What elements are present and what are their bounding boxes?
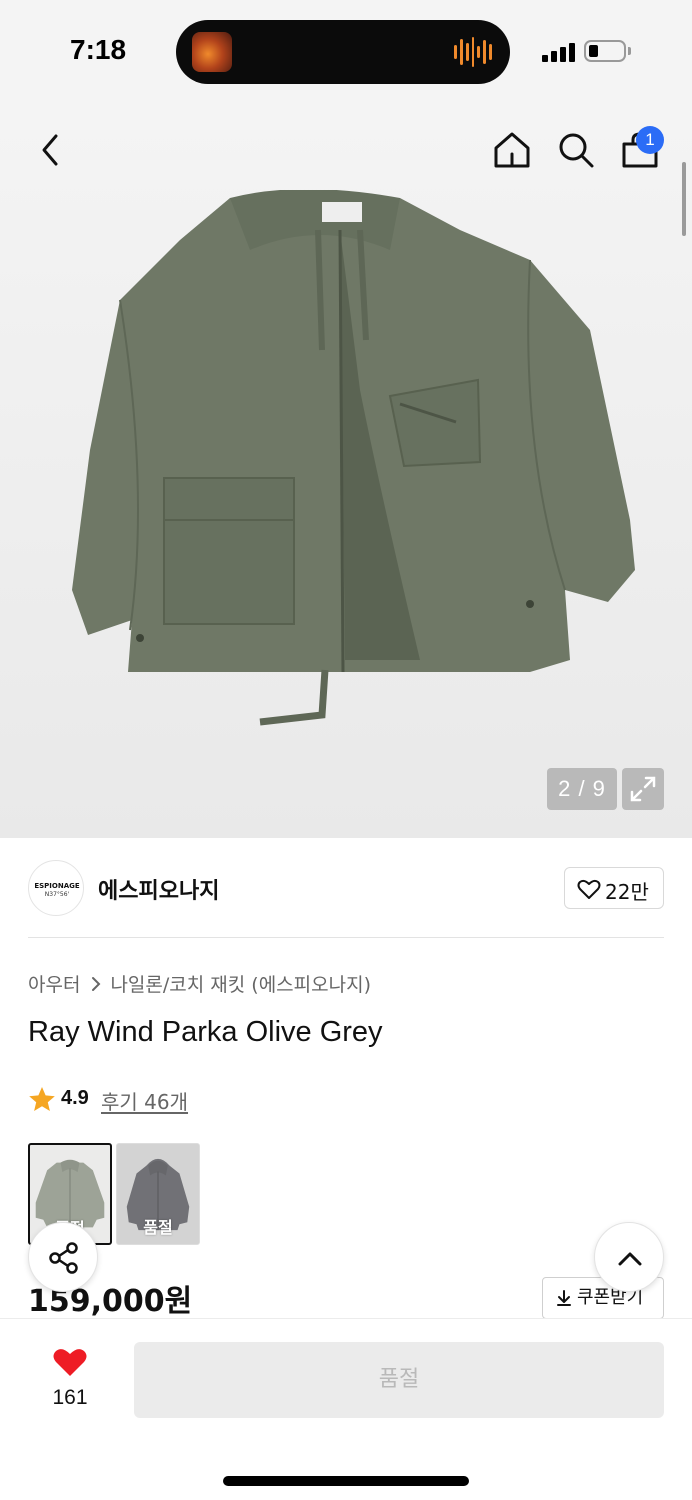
brand-name[interactable]: 에스피오나지 [98, 873, 219, 905]
soldout-label: 품절 [143, 1218, 173, 1237]
battery-cap [628, 47, 631, 55]
share-button[interactable] [28, 1222, 98, 1292]
image-counter: 2 / 9 [547, 768, 617, 810]
share-icon [49, 1242, 78, 1274]
cart-count-badge: 1 [636, 126, 664, 154]
chevron-up-icon [618, 1252, 642, 1266]
heart-filled-icon[interactable] [52, 1346, 88, 1378]
status-bar: 7:18 [0, 0, 692, 104]
star-icon [29, 1087, 55, 1111]
status-time: 7:18 [70, 34, 127, 65]
divider [28, 937, 664, 938]
home-icon[interactable] [492, 130, 532, 170]
download-icon [557, 1290, 571, 1306]
product-title: Ray Wind Parka Olive Grey [28, 1016, 383, 1048]
brand-like-button[interactable]: 22만 [564, 867, 664, 909]
search-icon[interactable] [556, 130, 596, 170]
dynamic-island [176, 20, 510, 84]
wishlist-count: 161 [52, 1386, 88, 1409]
brand-logo-subtext: N37°56' [44, 891, 70, 898]
product-image-jacket[interactable] [60, 190, 650, 730]
cellular-signal-icon [542, 42, 578, 62]
battery-icon [584, 40, 626, 62]
back-icon[interactable] [36, 128, 66, 172]
chevron-right-icon [92, 976, 101, 991]
brand-like-count: 22만 [605, 880, 649, 904]
breadcrumb-category[interactable]: 아우터 [28, 970, 80, 997]
breadcrumb-subcategory[interactable]: 나일론/코치 재킷 (에스피오나지) [110, 970, 371, 997]
expand-icon [630, 776, 656, 802]
now-playing-artwork [192, 32, 232, 72]
home-indicator [223, 1476, 469, 1486]
brand-logo[interactable]: ESPIONAGE N37°56' [28, 860, 84, 916]
expand-image-button[interactable] [622, 768, 664, 810]
rating-value: 4.9 [61, 1087, 89, 1109]
scroll-to-top-button[interactable] [594, 1222, 664, 1292]
buy-button-soldout[interactable]: 품절 [134, 1342, 664, 1418]
review-link[interactable]: 후기 46개 [101, 1086, 188, 1115]
scroll-indicator [682, 162, 686, 236]
heart-outline-icon [577, 879, 601, 899]
brand-logo-text: ESPIONAGE [34, 882, 80, 890]
color-option-black[interactable]: 품절 [116, 1143, 200, 1245]
audio-waveform-icon [454, 36, 493, 68]
breadcrumb: 아우터 나일론/코치 재킷 (에스피오나지) [28, 970, 371, 997]
